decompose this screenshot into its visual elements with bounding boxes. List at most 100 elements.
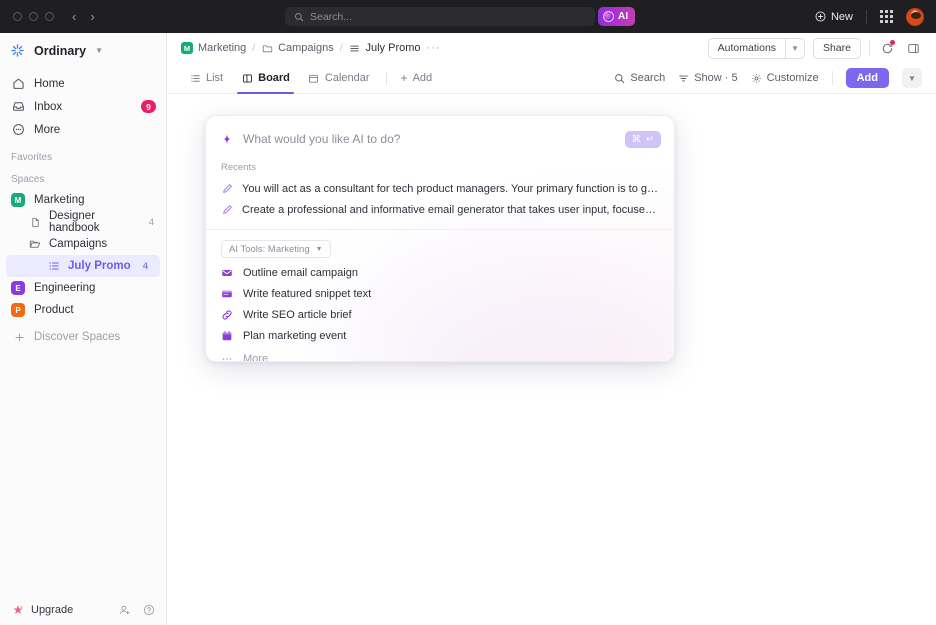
- show-button[interactable]: Show · 5: [678, 72, 737, 84]
- breadcrumb-more-button[interactable]: ···: [427, 42, 441, 54]
- window-close-dot[interactable]: [13, 12, 22, 21]
- cmd-key-glyph: ⌘: [632, 134, 642, 145]
- view-bar-actions: Search Show · 5 Customize Add: [614, 68, 922, 88]
- breadcrumb-label: July Promo: [366, 42, 421, 54]
- recent-prompt-item[interactable]: You will act as a consultant for tech pr…: [206, 178, 674, 199]
- sidebar-space-product[interactable]: P Product: [0, 299, 166, 321]
- user-avatar[interactable]: [906, 8, 924, 26]
- share-button[interactable]: Share: [813, 38, 861, 59]
- pencil-icon: [221, 204, 233, 216]
- breadcrumb-item-july-promo[interactable]: July Promo: [349, 42, 421, 54]
- browser-top-bar: ‹ › Search... AI New: [0, 0, 936, 33]
- window-controls[interactable]: [13, 12, 54, 21]
- tab-list[interactable]: List: [181, 63, 231, 94]
- recent-prompt-item[interactable]: Create a professional and informative em…: [206, 199, 674, 220]
- breadcrumb-item-marketing[interactable]: M Marketing: [181, 42, 246, 54]
- invite-user-icon[interactable]: [119, 604, 131, 616]
- panel-toggle-icon[interactable]: [904, 39, 922, 57]
- doc-icon: [29, 216, 41, 228]
- search-icon: [614, 73, 625, 84]
- plus-icon: [13, 331, 25, 343]
- sidebar-footer: Upgrade: [0, 595, 167, 625]
- tab-calendar[interactable]: Calendar: [300, 63, 378, 94]
- ai-tools-more-button[interactable]: More: [206, 348, 674, 362]
- home-icon: [11, 77, 25, 91]
- keyboard-shortcut-badge: ⌘ ↵: [625, 131, 661, 148]
- gear-icon: [751, 73, 762, 84]
- ai-logo-icon: [603, 11, 614, 22]
- global-search-placeholder: Search...: [310, 11, 352, 23]
- automations-button[interactable]: Automations: [708, 38, 785, 59]
- sidebar-space-marketing[interactable]: M Marketing: [0, 189, 166, 211]
- sidebar-item-label: Inbox: [34, 101, 132, 113]
- sidebar-item-inbox[interactable]: Inbox 9: [0, 95, 166, 118]
- space-avatar: M: [181, 42, 193, 54]
- space-avatar: M: [11, 193, 25, 207]
- sidebar-item-label: July Promo: [68, 260, 131, 272]
- actions-divider: [869, 41, 870, 55]
- recents-label: Recents: [206, 162, 674, 173]
- ai-tools-filter-chip[interactable]: AI Tools: Marketing ▼: [221, 240, 331, 258]
- global-search-bar[interactable]: Search...: [285, 7, 595, 26]
- view-search-button[interactable]: Search: [614, 72, 665, 84]
- view-bar-divider: [386, 72, 387, 85]
- tab-board[interactable]: Board: [233, 63, 298, 94]
- breadcrumb-label: Marketing: [198, 42, 246, 54]
- list-icon: [189, 72, 201, 84]
- ai-button-label: AI: [618, 11, 628, 22]
- app-switcher-icon[interactable]: [880, 10, 893, 23]
- notifications-icon[interactable]: [878, 39, 896, 57]
- add-task-caret-icon[interactable]: ▼: [902, 68, 922, 88]
- add-task-button[interactable]: Add: [846, 68, 889, 88]
- recent-prompt-text: Create a professional and informative em…: [242, 204, 659, 216]
- breadcrumb-item-campaigns[interactable]: Campaigns: [261, 42, 334, 54]
- ai-tool-label: Write SEO article brief: [243, 309, 352, 321]
- sidebar-footer-icons: [119, 604, 155, 616]
- sidebar-item-designer-handbook[interactable]: Designer handbook 4: [0, 211, 166, 233]
- sparkle-icon: [221, 133, 233, 145]
- new-button[interactable]: New: [815, 11, 853, 23]
- calendar-icon: [308, 72, 320, 84]
- filter-icon: [678, 73, 689, 84]
- ai-tool-plan-marketing-event[interactable]: Plan marketing event: [206, 325, 674, 346]
- workspace-switcher[interactable]: Ordinary ▼: [0, 36, 166, 65]
- forward-arrow-icon[interactable]: ›: [90, 10, 94, 23]
- ai-tool-label: Outline email campaign: [243, 267, 358, 279]
- folder-icon: [29, 238, 41, 250]
- ai-tools-chip-label: AI Tools: Marketing: [229, 244, 310, 255]
- ai-tool-write-featured-snippet-text[interactable]: Write featured snippet text: [206, 283, 674, 304]
- ai-tool-outline-email-campaign[interactable]: Outline email campaign: [206, 262, 674, 283]
- board-icon: [241, 72, 253, 84]
- breadcrumb-label: Campaigns: [278, 42, 334, 54]
- sidebar-item-july-promo[interactable]: July Promo 4: [6, 255, 160, 277]
- back-arrow-icon[interactable]: ‹: [72, 10, 76, 23]
- ai-tool-label: Write featured snippet text: [243, 288, 371, 300]
- window-minimize-dot[interactable]: [29, 12, 38, 21]
- sidebar-item-label: Campaigns: [49, 238, 107, 250]
- sidebar-item-campaigns[interactable]: Campaigns: [0, 233, 166, 255]
- help-icon[interactable]: [143, 604, 155, 616]
- chevron-down-icon: ▼: [316, 246, 323, 253]
- breadcrumb-separator: /: [340, 43, 343, 54]
- workspace-name: Ordinary: [34, 44, 86, 58]
- window-maximize-dot[interactable]: [45, 12, 54, 21]
- discover-spaces-button[interactable]: Discover Spaces: [0, 325, 166, 349]
- add-view-button[interactable]: + Add: [395, 71, 439, 85]
- ai-button[interactable]: AI: [598, 7, 635, 26]
- plus-circle-icon: [815, 11, 826, 22]
- customize-button[interactable]: Customize: [751, 72, 819, 84]
- ellipsis-icon: [221, 353, 233, 363]
- ai-tool-write-seo-article-brief[interactable]: Write SEO article brief: [206, 304, 674, 325]
- space-label: Engineering: [34, 282, 95, 294]
- tab-label: Board: [258, 72, 290, 84]
- automations-split-button[interactable]: Automations ▼: [708, 38, 805, 59]
- sidebar-space-engineering[interactable]: E Engineering: [0, 277, 166, 299]
- sidebar-item-more[interactable]: More: [0, 118, 166, 141]
- automations-caret-icon[interactable]: ▼: [785, 38, 805, 59]
- tab-label: Calendar: [325, 72, 370, 84]
- upgrade-label[interactable]: Upgrade: [31, 604, 73, 616]
- ai-prompt-input-row[interactable]: What would you like AI to do? ⌘ ↵: [206, 116, 674, 162]
- recent-prompt-text: You will act as a consultant for tech pr…: [242, 183, 659, 195]
- sidebar-item-home[interactable]: Home: [0, 72, 166, 95]
- upgrade-icon: [12, 604, 24, 616]
